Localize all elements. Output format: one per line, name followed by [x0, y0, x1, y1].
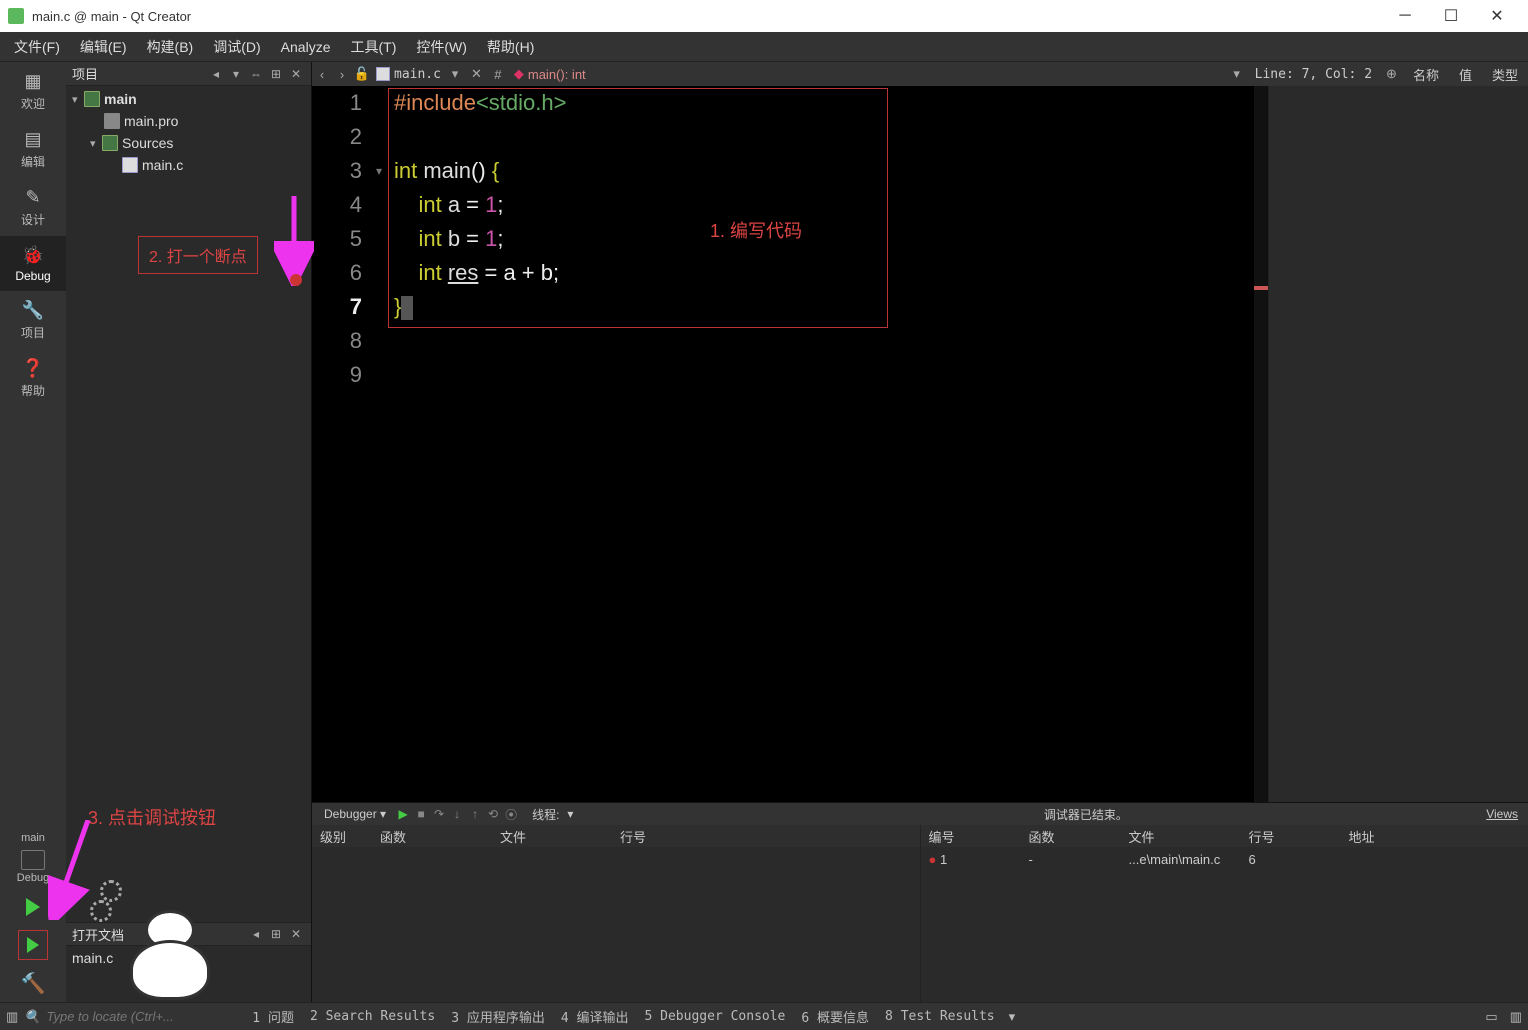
opendocs-split-icon[interactable]: ⊞	[267, 925, 285, 943]
status-tab-test[interactable]: 8 Test Results	[877, 1009, 1003, 1024]
symbol-selector[interactable]: ◆ main(): int	[508, 66, 592, 82]
search-icon: 🔍	[24, 1009, 40, 1025]
build-button[interactable]: 🔨	[18, 968, 48, 998]
line-gutter[interactable]: 123 456 789	[312, 86, 374, 802]
menu-edit[interactable]: 编辑(E)	[70, 33, 137, 61]
grid-icon: ▦	[22, 70, 44, 92]
mode-design[interactable]: ✎ 设计	[0, 178, 66, 236]
stack-view: 级别 函数 文件 行号	[312, 825, 921, 1002]
edit-icon: ▤	[22, 128, 44, 150]
fold-icon[interactable]: ▾	[376, 164, 382, 178]
debugger-selector[interactable]: Debugger ▾	[316, 807, 394, 821]
pencil-icon: ✎	[22, 186, 44, 208]
add-watch-button[interactable]: ⊕	[1380, 66, 1403, 82]
minimap[interactable]	[1254, 86, 1268, 802]
debug-run-button[interactable]	[18, 930, 48, 960]
dbg-stepover-icon[interactable]: ↷	[430, 807, 448, 821]
watch-panel	[1268, 86, 1528, 802]
rp-col-type: 类型	[1482, 65, 1528, 84]
thread-label: 线程:	[532, 806, 559, 823]
rp-col-name: 名称	[1403, 65, 1449, 84]
lock-icon[interactable]: 🔓	[352, 66, 372, 82]
status-tab-general[interactable]: 6 概要信息	[793, 1007, 877, 1026]
monitor-icon	[21, 850, 45, 870]
status-tab-compile[interactable]: 4 编译输出	[553, 1007, 637, 1026]
wrench-icon: 🔧	[22, 299, 44, 321]
debugger-status: 调试器已结束。	[1044, 806, 1128, 823]
filter-icon[interactable]: ▾	[227, 65, 245, 83]
breakpoints-view: 编号 函数 文件 行号 地址 ● 1 - ...e\main\main.c 6	[921, 825, 1528, 1002]
annotation-code-box	[388, 88, 888, 328]
menu-build[interactable]: 构建(B)	[137, 33, 204, 61]
dbg-stepin-icon[interactable]: ↓	[448, 807, 466, 821]
mode-help[interactable]: ❓ 帮助	[0, 349, 66, 407]
sidebar-title: 项目	[72, 64, 205, 83]
dbg-break-icon[interactable]: ⦿	[502, 806, 520, 823]
line-col-indicator[interactable]: Line: 7, Col: 2	[1247, 67, 1380, 82]
nav-back-button[interactable]: ‹	[312, 67, 332, 82]
editor-toolbar: ‹ › 🔓 main.c ▾ ✕ # ◆ main(): int ▾ Line:…	[312, 62, 1528, 86]
menu-help[interactable]: 帮助(H)	[477, 33, 544, 61]
bug-icon: 🐞	[22, 244, 44, 266]
annotation-click-debug: 3. 点击调试按钮	[88, 804, 216, 830]
dbg-stop-icon[interactable]: ■	[412, 807, 430, 821]
annotation-arrow-breakpoint	[274, 196, 314, 286]
code-editor[interactable]: 123 456 789 ▾ 1. 编写代码 #include<stdio.h>i…	[312, 86, 1268, 802]
annotation-write-code: 1. 编写代码	[710, 214, 802, 248]
menu-tools[interactable]: 工具(T)	[340, 33, 406, 61]
app-icon	[8, 8, 24, 24]
tree-sources[interactable]: ▾ Sources	[66, 132, 311, 154]
menubar: 文件(F) 编辑(E) 构建(B) 调试(D) Analyze 工具(T) 控件…	[0, 32, 1528, 62]
rightpanel-toggle-icon[interactable]: ▥	[1504, 1009, 1528, 1025]
dbg-stepout-icon[interactable]: ↑	[466, 807, 484, 821]
menu-widgets[interactable]: 控件(W)	[406, 33, 477, 61]
help-icon: ❓	[22, 357, 44, 379]
minimize-button[interactable]: ─	[1382, 0, 1428, 32]
nav-fwd-button[interactable]: ›	[332, 67, 352, 82]
debugger-panel: Debugger ▾ ▶ ■ ↷ ↓ ↑ ⟲ ⦿ 线程: ▾ 调试器已结束。 V…	[312, 802, 1528, 1002]
menu-debug[interactable]: 调试(D)	[203, 33, 270, 61]
mode-debug[interactable]: 🐞 Debug	[0, 236, 66, 291]
c-file-icon	[376, 67, 390, 81]
link-icon[interactable]: ⇔	[247, 65, 265, 83]
breakpoint-row[interactable]: ● 1 - ...e\main\main.c 6	[921, 847, 1528, 872]
marker-icon[interactable]: #	[488, 67, 508, 82]
thread-selector[interactable]: ▾	[559, 807, 679, 821]
maximize-button[interactable]: ☐	[1428, 0, 1474, 32]
sidebar-dropdown-icon[interactable]: ◂	[207, 65, 225, 83]
tree-root[interactable]: ▾ main	[66, 88, 311, 110]
hammer-icon: 🔨	[21, 971, 46, 996]
status-tab-dbgconsole[interactable]: 5 Debugger Console	[637, 1009, 794, 1024]
annotation-breakpoint: 2. 打一个断点	[138, 236, 258, 274]
opendocs-close-icon[interactable]: ✕	[287, 925, 305, 943]
run-button[interactable]	[18, 892, 48, 922]
add-split-icon[interactable]: ⊞	[267, 65, 285, 83]
close-button[interactable]: ✕	[1474, 0, 1520, 32]
views-button[interactable]: Views	[1480, 807, 1524, 821]
titlebar: main.c @ main - Qt Creator ─ ☐ ✕	[0, 0, 1528, 32]
breakpoint-marker[interactable]	[290, 274, 302, 286]
menu-file[interactable]: 文件(F)	[4, 33, 70, 61]
dbg-restart-icon[interactable]: ⟲	[484, 807, 502, 821]
mode-project[interactable]: 🔧 项目	[0, 291, 66, 349]
tree-pro[interactable]: main.pro	[66, 110, 311, 132]
close-sidebar-icon[interactable]: ✕	[287, 65, 305, 83]
statusbar: ▥ 🔍 Type to locate (Ctrl+... 1 问题 2 Sear…	[0, 1002, 1528, 1030]
window-title: main.c @ main - Qt Creator	[32, 9, 1382, 24]
locator-input[interactable]: 🔍 Type to locate (Ctrl+...	[24, 1009, 224, 1025]
status-tab-search[interactable]: 2 Search Results	[302, 1009, 443, 1024]
file-selector[interactable]: main.c	[372, 67, 445, 82]
sidebar-toggle-icon[interactable]: ▥	[0, 1009, 24, 1025]
mode-welcome[interactable]: ▦ 欢迎	[0, 62, 66, 120]
mode-edit[interactable]: ▤ 编辑	[0, 120, 66, 178]
dbg-continue-icon[interactable]: ▶	[394, 807, 412, 821]
progress-icon[interactable]: ▭	[1479, 1009, 1503, 1025]
close-file-button[interactable]: ✕	[465, 66, 488, 82]
rp-col-val: 值	[1449, 65, 1482, 84]
menu-analyze[interactable]: Analyze	[271, 35, 341, 59]
cartoon-image	[90, 880, 250, 1000]
tree-file-mainc[interactable]: main.c	[66, 154, 311, 176]
status-tab-issues[interactable]: 1 问题	[244, 1007, 302, 1026]
status-tab-appoutput[interactable]: 3 应用程序输出	[443, 1007, 553, 1026]
